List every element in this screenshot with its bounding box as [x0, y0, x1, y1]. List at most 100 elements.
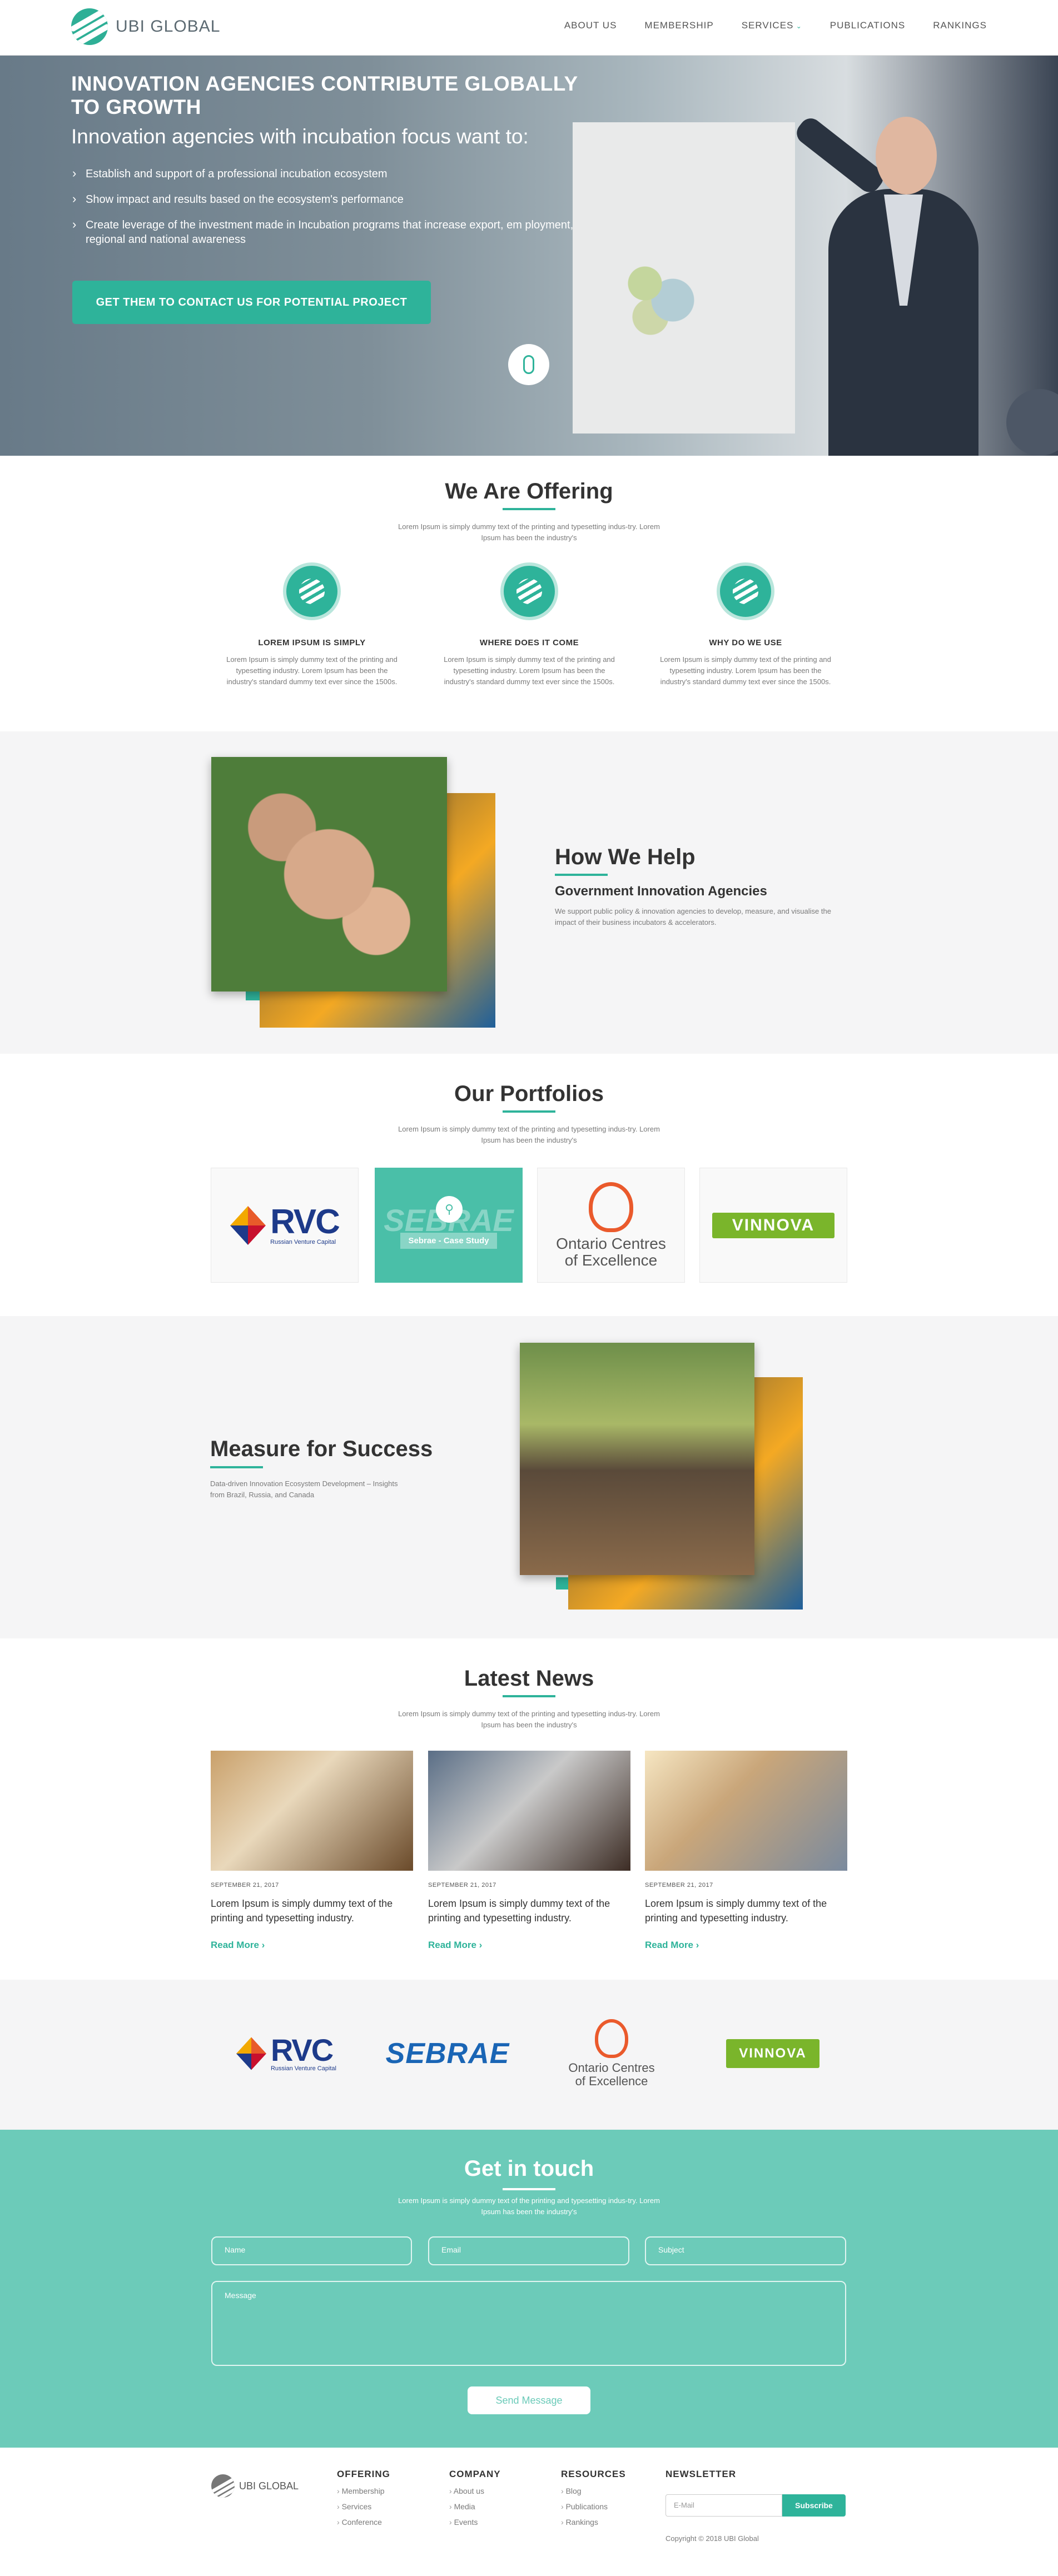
news-card[interactable]: SEPTEMBER 21, 2017 Lorem Ipsum is simply… — [211, 1751, 413, 1951]
top-navbar: UBI GLOBAL ABOUT US MEMBERSHIP SERVICES … — [0, 0, 1058, 56]
globe-icon — [71, 8, 108, 45]
footer-company: COMPANY About us Media Events — [449, 2469, 501, 2527]
portfolio-rvc[interactable]: RVC Russian Venture Capital — [211, 1168, 359, 1283]
subject-input[interactable]: Subject — [645, 2236, 846, 2265]
oce-line1: Ontario Centres — [568, 2061, 655, 2075]
nav-services[interactable]: SERVICES ⌄ — [742, 20, 802, 31]
oce-mark-icon — [594, 2019, 628, 2058]
nav-about-us[interactable]: ABOUT US — [564, 20, 617, 31]
news-date: SEPTEMBER 21, 2017 — [211, 1882, 279, 1889]
rvc-mark-icon — [236, 2037, 266, 2070]
oce-line2: of Excellence — [575, 2074, 648, 2088]
ubi-logo[interactable]: UBI GLOBAL — [71, 8, 221, 45]
partner-rvc[interactable]: RVC Russian Venture Capital — [234, 2023, 339, 2084]
footer-logo-text: UBI GLOBAL — [239, 2480, 299, 2492]
partner-oce[interactable]: Ontario Centres of Excellence — [559, 2017, 664, 2090]
oce-line1: Ontario Centres — [556, 1234, 666, 1252]
nav-membership[interactable]: MEMBERSHIP — [644, 20, 713, 31]
news-headline[interactable]: Lorem Ipsum is simply dummy text of the … — [645, 1896, 847, 1925]
read-more-link[interactable]: Read More › — [428, 1940, 630, 1951]
rvc-logo: RVC Russian Venture Capital — [236, 2035, 336, 2072]
hero-bullet: Establish and support of a professional … — [71, 166, 583, 181]
measure-title: Measure for Success — [210, 1437, 433, 1461]
portfolios-title: Our Portfolios — [454, 1082, 604, 1106]
offering-card-text: Lorem Ipsum is simply dummy text of the … — [444, 655, 615, 686]
scroll-down-button[interactable] — [508, 344, 549, 385]
footer-link-rankings[interactable]: Rankings — [561, 2518, 626, 2527]
title-underline — [503, 1695, 555, 1697]
hands-teamwork-photo — [211, 757, 447, 991]
news-headline[interactable]: Lorem Ipsum is simply dummy text of the … — [211, 1896, 413, 1925]
partner-sebrae[interactable]: SEBRAE — [386, 2029, 509, 2079]
partners-strip — [0, 1980, 1058, 2130]
footer-link-events[interactable]: Events — [449, 2518, 501, 2527]
hero-subtitle: Innovation agencies with incubation focu… — [71, 125, 529, 148]
contact-desc: Lorem Ipsum is simply dummy text of the … — [398, 2196, 660, 2216]
title-underline — [503, 2188, 555, 2190]
footer-link-about[interactable]: About us — [449, 2487, 501, 2495]
logo-text: UBI GLOBAL — [116, 17, 221, 36]
vinnova-logo: VINNOVA — [726, 2039, 819, 2068]
send-message-button[interactable]: Send Message — [468, 2386, 590, 2414]
footer-link-membership[interactable]: Membership — [337, 2487, 390, 2495]
offering-card-title: WHERE DOES IT COME — [479, 638, 579, 647]
footer-offering: OFFERING Membership Services Conference — [337, 2469, 390, 2527]
footer-link-publications[interactable]: Publications — [561, 2502, 626, 2511]
partner-vinnova[interactable]: VINNOVA — [723, 2034, 823, 2073]
offering-card-text: Lorem Ipsum is simply dummy text of the … — [660, 655, 831, 686]
chevron-down-icon: ⌄ — [793, 22, 802, 30]
offering-card: WHERE DOES IT COME Lorem Ipsum is simply… — [443, 562, 615, 687]
offering-card-title: WHY DO WE USE — [709, 638, 782, 647]
news-image[interactable] — [428, 1751, 630, 1871]
hero-title: INNOVATION AGENCIES CONTRIBUTE GLOBALLY … — [71, 72, 578, 118]
portfolio-sebrae[interactable]: ⚲ SEBRAE Sebrae - Case Study — [375, 1168, 523, 1283]
hero-cubes-graphic — [600, 239, 712, 350]
portfolios-desc: Lorem Ipsum is simply dummy text of the … — [398, 1125, 660, 1144]
offering-desc: Lorem Ipsum is simply dummy text of the … — [398, 522, 660, 542]
nav-rankings[interactable]: RANKINGS — [933, 20, 987, 31]
footer-link-blog[interactable]: Blog — [561, 2487, 626, 2495]
read-more-link[interactable]: Read More › — [211, 1940, 413, 1951]
subscribe-button[interactable]: Subscribe — [782, 2494, 846, 2517]
newsletter-email-input[interactable]: E-Mail — [665, 2494, 782, 2517]
footer-link-services[interactable]: Services — [337, 2502, 390, 2511]
news-card[interactable]: SEPTEMBER 21, 2017 Lorem Ipsum is simply… — [428, 1751, 630, 1951]
hero-bullets: Establish and support of a professional … — [71, 166, 583, 258]
footer-heading: NEWSLETTER — [665, 2469, 737, 2479]
title-underline — [503, 508, 555, 510]
mouse-icon — [523, 355, 534, 374]
globe-icon — [500, 562, 558, 620]
title-underline — [555, 874, 608, 876]
offering-card: LOREM IPSUM IS SIMPLY Lorem Ipsum is sim… — [226, 562, 398, 687]
news-image[interactable] — [211, 1751, 413, 1871]
footer-link-conference[interactable]: Conference — [337, 2518, 390, 2527]
portfolio-vinnova[interactable]: VINNOVA — [699, 1168, 847, 1283]
email-input[interactable]: Email — [428, 2236, 629, 2265]
hero-chair — [1006, 389, 1058, 456]
oce-mark-icon — [588, 1182, 633, 1232]
footer-link-media[interactable]: Media — [449, 2502, 501, 2511]
message-textarea[interactable]: Message — [211, 2281, 846, 2366]
how-we-help-subtitle: Government Innovation Agencies — [555, 884, 767, 899]
footer-heading: OFFERING — [337, 2469, 390, 2479]
search-icon[interactable]: ⚲ — [436, 1196, 463, 1223]
footer-logo[interactable]: UBI GLOBAL — [211, 2474, 299, 2498]
nav-publications[interactable]: PUBLICATIONS — [830, 20, 905, 31]
hero-bullet: Create leverage of the investment made i… — [71, 217, 583, 247]
portfolio-oce[interactable]: Ontario Centres of Excellence — [537, 1168, 685, 1283]
name-input[interactable]: Name — [211, 2236, 412, 2265]
rvc-caption: Russian Venture Capital — [270, 2065, 336, 2072]
case-study-label[interactable]: Sebrae - Case Study — [400, 1232, 497, 1249]
contact-cta-button[interactable]: GET THEM TO CONTACT US FOR POTENTIAL PRO… — [72, 281, 431, 324]
news-headline[interactable]: Lorem Ipsum is simply dummy text of the … — [428, 1896, 630, 1925]
news-image[interactable] — [645, 1751, 847, 1871]
rvc-logo: RVC Russian Venture Capital — [230, 1204, 340, 1245]
read-more-link[interactable]: Read More › — [645, 1940, 847, 1951]
news-card[interactable]: SEPTEMBER 21, 2017 Lorem Ipsum is simply… — [645, 1751, 847, 1951]
copyright-text: Copyright © 2018 UBI Global — [665, 2534, 759, 2543]
news-title: Latest News — [464, 1666, 594, 1691]
jumping-bridge-photo — [520, 1343, 754, 1575]
rvc-text: RVC — [270, 2032, 334, 2067]
hero-bullet: Show impact and results based on the eco… — [71, 192, 583, 207]
title-underline — [503, 1110, 555, 1113]
